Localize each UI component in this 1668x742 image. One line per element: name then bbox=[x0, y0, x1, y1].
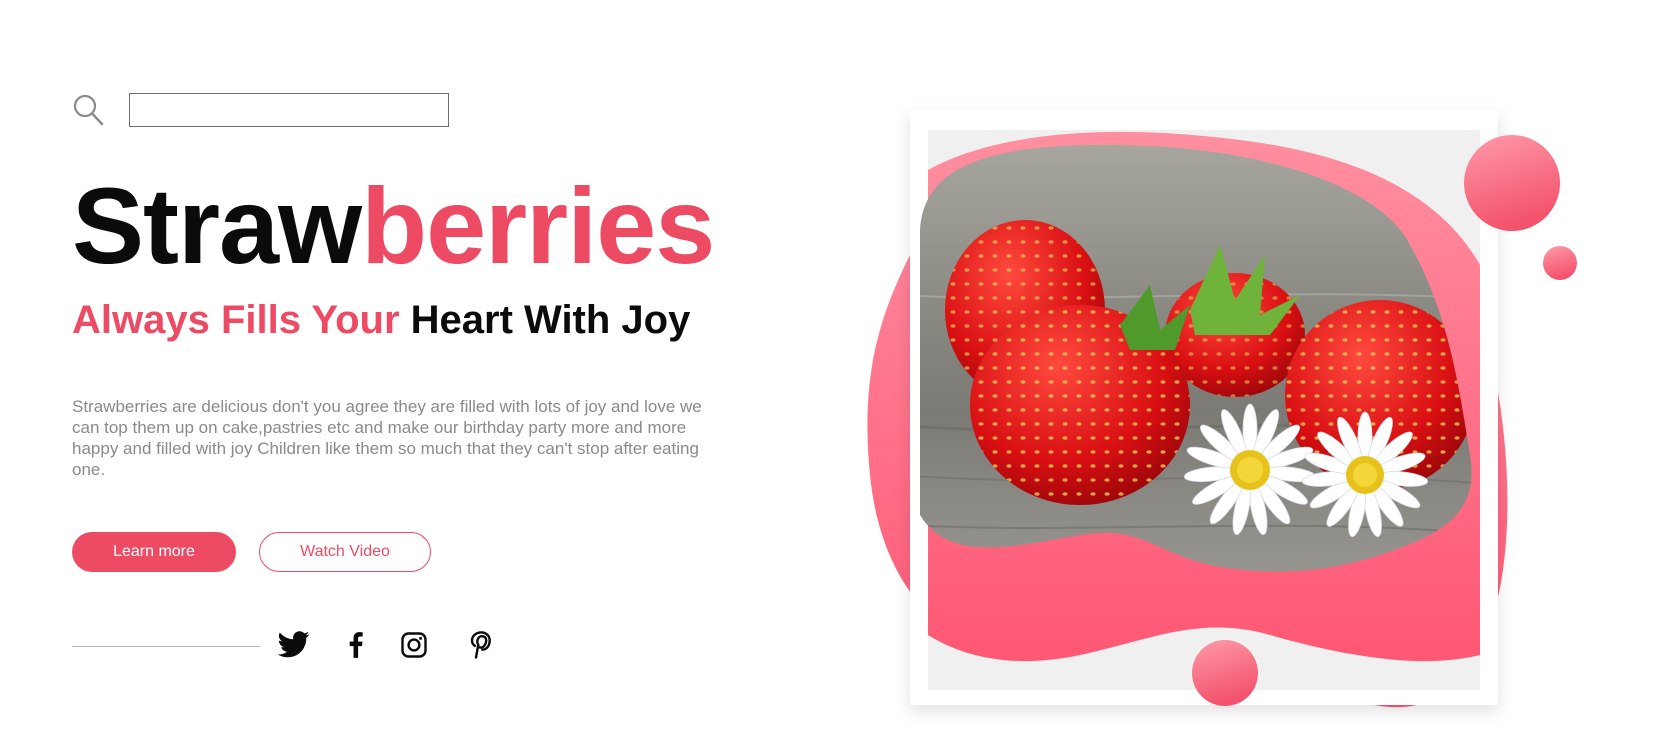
instagram-icon[interactable] bbox=[399, 628, 429, 662]
bubble-small bbox=[1543, 246, 1577, 280]
watch-video-button[interactable]: Watch Video bbox=[259, 532, 431, 572]
hero-description: Strawberries are delicious don't you agr… bbox=[72, 397, 702, 479]
learn-more-button[interactable]: Learn more bbox=[72, 532, 236, 572]
title-part-dark: Straw bbox=[72, 165, 362, 286]
title-part-accent: berries bbox=[361, 165, 715, 286]
page-title: Strawberries bbox=[72, 172, 715, 280]
bubble-large bbox=[1464, 135, 1560, 231]
hero-image-frame bbox=[820, 95, 1590, 735]
twitter-icon[interactable] bbox=[276, 628, 312, 662]
search-bar bbox=[72, 93, 449, 127]
search-icon[interactable] bbox=[72, 93, 104, 127]
subtitle-part-dark: Heart With Joy bbox=[410, 298, 691, 342]
bubble-bottom bbox=[1192, 640, 1258, 706]
subtitle-part-accent: Always Fills Your bbox=[72, 298, 400, 342]
search-input[interactable] bbox=[129, 93, 449, 127]
facebook-icon[interactable] bbox=[344, 628, 368, 662]
pinterest-icon[interactable] bbox=[465, 628, 495, 662]
social-divider bbox=[72, 646, 260, 647]
page-subtitle: Always Fills Your Heart With Joy bbox=[72, 300, 690, 340]
